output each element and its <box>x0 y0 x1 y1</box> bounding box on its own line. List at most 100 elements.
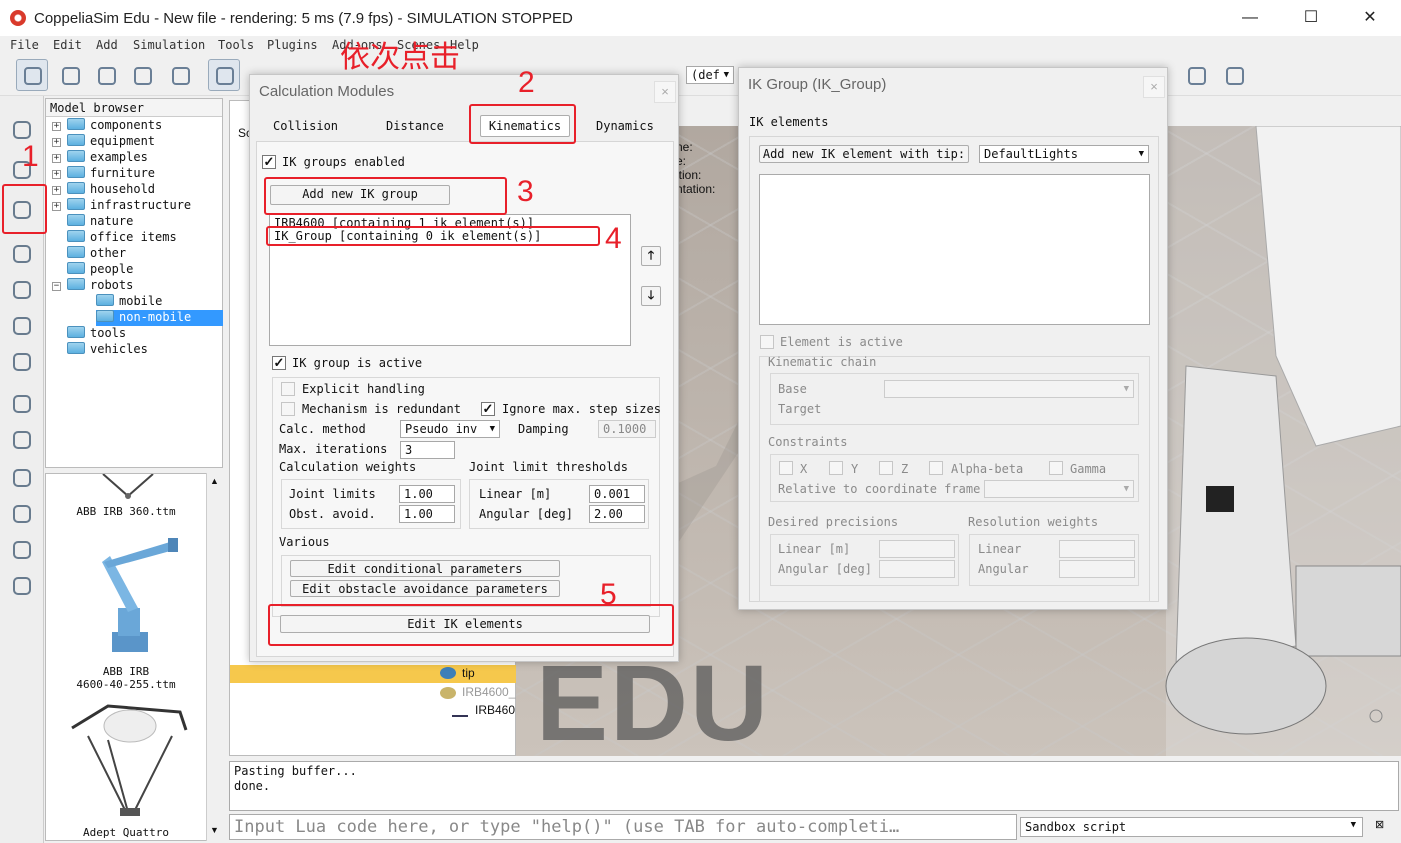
tree-item-non-mobile[interactable]: non-mobile <box>96 310 223 326</box>
calc-method-select[interactable]: Pseudo inv ▼ <box>400 420 500 438</box>
menu-plugins[interactable]: Plugins <box>267 38 318 52</box>
expand-icon[interactable]: + <box>52 170 61 179</box>
tab-dynamics[interactable]: Dynamics <box>596 119 654 133</box>
abb-irb360-image[interactable] <box>98 474 158 500</box>
tree-item-nature[interactable]: nature <box>67 214 133 230</box>
hierarchy-node-tip[interactable]: tip <box>462 666 475 680</box>
tree-item-office-items[interactable]: office items <box>67 230 177 246</box>
constraint-x-checkbox[interactable] <box>779 461 793 475</box>
menu-file[interactable]: File <box>10 38 39 52</box>
tree-item-people[interactable]: people <box>67 262 133 278</box>
ik-groups-enabled-checkbox[interactable]: ✓ <box>262 155 276 169</box>
constraint-z-checkbox[interactable] <box>879 461 893 475</box>
video-recorder-button[interactable] <box>6 534 38 566</box>
layers-button[interactable] <box>1180 59 1212 91</box>
scene-hierarchy-button[interactable] <box>6 462 38 494</box>
tab-collision[interactable]: Collision <box>273 119 338 133</box>
add-ik-element-button[interactable]: Add new IK element with tip: <box>759 145 969 163</box>
script-select[interactable]: Sandbox script ▼ <box>1020 817 1363 837</box>
ik-group-active-checkbox[interactable]: ✓ <box>272 356 286 370</box>
expand-icon[interactable]: + <box>52 154 61 163</box>
tree-item-other[interactable]: other <box>67 246 126 262</box>
dialog-close-button[interactable]: × <box>1143 76 1165 98</box>
scroll-up-icon[interactable]: ▲ <box>210 476 219 486</box>
tree-item-vehicles[interactable]: vehicles <box>67 342 148 358</box>
base-select[interactable]: ▼ <box>884 380 1134 398</box>
constraint-alpha-beta-checkbox[interactable] <box>929 461 943 475</box>
dialog-close-button[interactable]: × <box>654 81 676 103</box>
fit-to-view-button[interactable] <box>164 59 196 91</box>
tree-item-equipment[interactable]: + equipment <box>52 134 155 150</box>
clear-console-icon[interactable]: ⊠ <box>1375 818 1389 834</box>
move-down-button[interactable]: 🡓 <box>641 286 661 306</box>
selection-button[interactable] <box>6 388 38 420</box>
minimize-button[interactable]: — <box>1227 0 1273 36</box>
shape-edit-button[interactable] <box>6 310 38 342</box>
tree-item-tools[interactable]: tools <box>67 326 126 342</box>
tab-distance[interactable]: Distance <box>386 119 444 133</box>
abb-irb4600-image[interactable] <box>82 532 182 656</box>
menu-add[interactable]: Add <box>96 38 118 52</box>
view-combo[interactable]: (def ▼ <box>686 66 734 84</box>
model-browser-toggle-button[interactable] <box>1218 59 1250 91</box>
explicit-handling-checkbox[interactable] <box>281 382 295 396</box>
adept-quattro-image[interactable] <box>68 700 192 822</box>
layers-visibility-button[interactable] <box>6 498 38 530</box>
tip-select[interactable]: DefaultLights ▼ <box>979 145 1149 163</box>
expand-icon[interactable]: + <box>52 138 61 147</box>
damping-field[interactable]: 0.1000 <box>598 420 656 438</box>
collapse-icon[interactable]: − <box>52 282 61 291</box>
edit-conditional-button[interactable]: Edit conditional parameters <box>290 560 560 577</box>
expand-icon[interactable]: + <box>52 122 61 131</box>
path-edit-button[interactable] <box>6 346 38 378</box>
camera-pan-button[interactable] <box>16 59 48 91</box>
thumb-label-abb-irb360[interactable]: ABB IRB 360.ttm <box>46 505 206 518</box>
hierarchy-node-irb4600[interactable]: IRB4600_ <box>462 685 515 699</box>
constraint-y-checkbox[interactable] <box>829 461 843 475</box>
edit-obstacle-button[interactable]: Edit obstacle avoidance parameters <box>290 580 560 597</box>
tree-item-mobile[interactable]: mobile <box>96 294 162 310</box>
menu-tools[interactable]: Tools <box>218 38 254 52</box>
menu-simulation[interactable]: Simulation <box>133 38 205 52</box>
weight-angular-field[interactable] <box>1059 560 1135 578</box>
precision-linear-field[interactable] <box>879 540 955 558</box>
relative-frame-select[interactable]: ▼ <box>984 480 1134 498</box>
weight-linear-field[interactable] <box>1059 540 1135 558</box>
element-active-checkbox[interactable] <box>760 335 774 349</box>
scroll-down-icon[interactable]: ▼ <box>210 825 219 835</box>
camera-shift-button[interactable] <box>90 59 122 91</box>
thumb-label-adept-quattro[interactable]: Adept Quattro <box>46 826 206 839</box>
expand-icon[interactable]: + <box>52 202 61 211</box>
tree-item-robots[interactable]: − robots <box>52 278 133 294</box>
angular-threshold-field[interactable]: 2.00 <box>589 505 645 523</box>
close-window-button[interactable]: ✕ <box>1347 0 1393 36</box>
tree-item-household[interactable]: + household <box>52 182 155 198</box>
tree-item-components[interactable]: + components <box>52 118 162 134</box>
obst-avoid-field[interactable]: 1.00 <box>399 505 455 523</box>
thumb-label-abb-irb4600[interactable]: ABB IRB 4600-40-255.ttm <box>46 665 206 691</box>
tree-item-examples[interactable]: + examples <box>52 150 148 166</box>
maximize-button[interactable]: ☐ <box>1288 0 1334 36</box>
hierarchy-node-irb460[interactable]: IRB460 <box>475 703 515 717</box>
user-settings-button[interactable] <box>6 570 38 602</box>
scripts-button[interactable] <box>6 274 38 306</box>
collections-button[interactable] <box>6 238 38 270</box>
max-iterations-field[interactable]: 3 <box>400 441 455 459</box>
tree-item-furniture[interactable]: + furniture <box>52 166 155 182</box>
camera-angle-button[interactable] <box>126 59 158 91</box>
camera-rotate-button[interactable] <box>54 59 86 91</box>
tree-item-infrastructure[interactable]: + infrastructure <box>52 198 191 214</box>
move-up-button[interactable]: 🡑 <box>641 246 661 266</box>
lua-command-input[interactable]: Input Lua code here, or type "help()" (u… <box>229 814 1017 840</box>
expand-icon[interactable]: + <box>52 186 61 195</box>
model-browser-button[interactable] <box>6 424 38 456</box>
constraint-gamma-checkbox[interactable] <box>1049 461 1063 475</box>
menu-edit[interactable]: Edit <box>53 38 82 52</box>
precision-angular-field[interactable] <box>879 560 955 578</box>
thumbnails-scrollbar[interactable]: ▲ ▼ <box>206 473 223 841</box>
joint-limits-field[interactable]: 1.00 <box>399 485 455 503</box>
mechanism-redundant-checkbox[interactable] <box>281 402 295 416</box>
click-select-button[interactable] <box>208 59 240 91</box>
linear-threshold-field[interactable]: 0.001 <box>589 485 645 503</box>
ignore-max-step-checkbox[interactable]: ✓ <box>481 402 495 416</box>
